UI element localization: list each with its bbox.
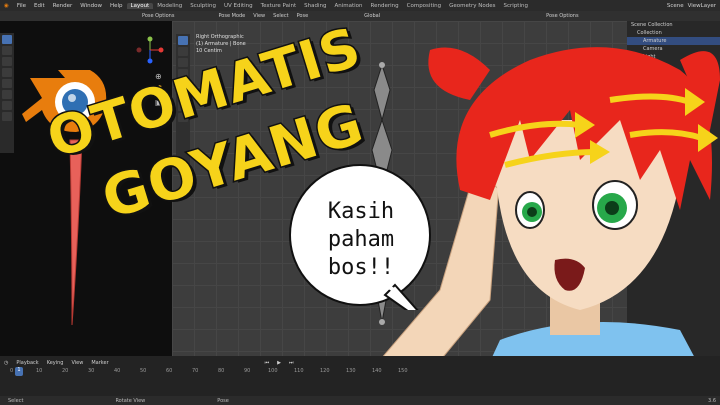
menu-help[interactable]: Help — [106, 3, 127, 9]
timeline-ruler[interactable]: 0 10 20 30 40 50 60 70 80 90 100 110 120… — [10, 368, 430, 376]
blender-logo-icon — [22, 70, 107, 326]
annotate-tool-button[interactable] — [2, 101, 12, 110]
tab-geometry-nodes[interactable]: Geometry Nodes — [445, 3, 499, 9]
view-name: Right Orthographic — [196, 34, 244, 40]
version-label: 3.6 — [708, 397, 716, 404]
active-object: (1) Armature | Bone — [196, 41, 246, 47]
select-tool-button[interactable] — [2, 35, 12, 44]
scale-tool-button[interactable] — [2, 79, 12, 88]
tab-compositing[interactable]: Compositing — [403, 3, 445, 9]
menu-marker[interactable]: Marker — [87, 360, 112, 366]
measure-tool-button[interactable] — [2, 112, 12, 121]
mode-selector[interactable]: Pose Mode — [214, 13, 249, 19]
menu-render[interactable]: Render — [49, 3, 77, 9]
menu-edit[interactable]: Edit — [30, 3, 49, 9]
playhead[interactable]: 1 — [15, 367, 23, 376]
tab-texture-paint[interactable]: Texture Paint — [257, 3, 301, 9]
tab-rendering[interactable]: Rendering — [367, 3, 403, 9]
outliner-row-scene-collection[interactable]: Scene Collection — [627, 21, 720, 29]
navigation-gizmo-icon[interactable] — [136, 36, 164, 64]
transform-orientation[interactable]: Global — [360, 13, 384, 19]
menu-window[interactable]: Window — [76, 3, 106, 9]
tab-layout[interactable]: Layout — [126, 2, 154, 9]
cursor-tool-button[interactable] — [2, 46, 12, 55]
play-icon[interactable]: ▶ — [273, 360, 285, 366]
menu-keying[interactable]: Keying — [43, 360, 68, 366]
jump-end-icon[interactable]: ⏭ — [285, 360, 298, 366]
transform-tool-button[interactable] — [2, 90, 12, 99]
tab-animation[interactable]: Animation — [330, 3, 366, 9]
menu-select[interactable]: Select — [269, 13, 292, 19]
menu-timeline-view[interactable]: View — [67, 360, 87, 366]
view-layer-selector[interactable]: ViewLayer — [688, 3, 716, 9]
status-pose: Pose — [217, 397, 229, 404]
pose-options-right[interactable]: Pose Options — [542, 13, 582, 19]
tab-uv-editing[interactable]: UV Editing — [220, 3, 257, 9]
scene-selector[interactable]: Scene — [667, 3, 684, 9]
tab-sculpting[interactable]: Sculpting — [186, 3, 220, 9]
timeline-editor-icon[interactable]: ◷ — [0, 360, 12, 366]
rotate-tool-button[interactable] — [2, 68, 12, 77]
menu-playback[interactable]: Playback — [12, 360, 42, 366]
speech-text: Kasih paham bos!! — [327, 199, 395, 280]
status-rotate-view: Rotate View — [115, 397, 146, 404]
menu-pose[interactable]: Pose — [293, 13, 313, 19]
pose-options-left[interactable]: Pose Options — [138, 13, 178, 19]
outliner-row-collection[interactable]: Collection — [627, 29, 720, 37]
move-tool-button[interactable] — [2, 57, 12, 66]
tab-scripting[interactable]: Scripting — [500, 3, 532, 9]
menu-view[interactable]: View — [249, 13, 269, 19]
main-cursor-tool-button[interactable] — [178, 47, 188, 56]
status-bar: Select Rotate View Pose 3.6 — [0, 396, 720, 405]
timeline-header: ◷ Playback Keying View Marker ⏮ ▶ ⏭ — [0, 358, 400, 367]
tab-modeling[interactable]: Modeling — [153, 3, 186, 9]
jump-start-icon[interactable]: ⏮ — [261, 360, 274, 366]
left-toolbar — [0, 33, 14, 153]
tab-shading[interactable]: Shading — [300, 3, 330, 9]
menu-file[interactable]: File — [13, 3, 30, 9]
blender-menu-icon[interactable]: ◉ — [0, 3, 13, 9]
top-menu-bar: ◉ File Edit Render Window Help Layout Mo… — [0, 0, 720, 11]
editor-header: Pose Options Pose Mode View Select Pose … — [0, 11, 720, 21]
status-select: Select — [8, 397, 24, 404]
main-select-tool-button[interactable] — [178, 36, 188, 45]
